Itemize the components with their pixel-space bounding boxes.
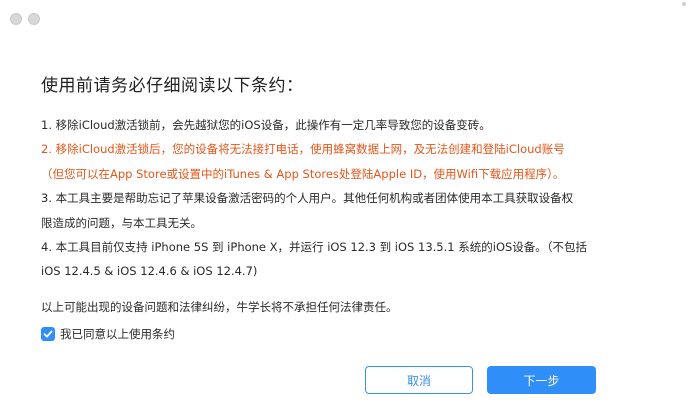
terms-list: 1. 移除iCloud激活锁前，会先越狱您的iOS设备，此操作有一定几率导致您的… — [41, 113, 671, 284]
liability-notice: 以上可能出现的设备问题和法律纠纷，牛学长将不承担任何法律责任。 — [41, 300, 398, 314]
term-line: 4. 本工具目前仅支持 iPhone 5S 到 iPhone X，并运行 iOS… — [41, 240, 588, 255]
next-button[interactable]: 下一步 — [487, 366, 596, 394]
agree-label: 我已同意以上使用条约 — [60, 327, 175, 341]
terms-dialog: 使用前请务必仔细阅读以下条约： 1. 移除iCloud激活锁前，会先越狱您的iO… — [0, 0, 692, 409]
agree-checkbox[interactable] — [41, 327, 55, 341]
minimize-window-button[interactable] — [28, 13, 40, 25]
corner-indicator — [682, 2, 686, 6]
term-line: iOS 12.4.5 & iOS 12.4.6 & iOS 12.4.7) — [41, 264, 258, 279]
term-line: 1. 移除iCloud激活锁前，会先越狱您的iOS设备，此操作有一定几率导致您的… — [41, 118, 491, 132]
term-line-warning: 2. 移除iCloud激活锁后，您的设备将无法接打电话，使用蜂窝数据上网，及无法… — [41, 142, 565, 157]
close-window-button[interactable] — [10, 13, 22, 25]
window-controls — [10, 13, 40, 25]
agree-checkbox-row[interactable]: 我已同意以上使用条约 — [41, 326, 175, 342]
term-line-warning: （但您可以在App Store或设置中的iTunes & App Stores处… — [41, 166, 565, 181]
checkmark-icon — [43, 330, 53, 338]
term-line: 限造成的问题，与本工具无关。 — [41, 215, 202, 230]
cancel-button[interactable]: 取消 — [365, 366, 473, 394]
page-title: 使用前请务必仔细阅读以下条约： — [41, 76, 304, 96]
term-line: 3. 本工具主要是帮助忘记了苹果设备激活密码的个人用户。其他任何机构或者团体使用… — [41, 191, 574, 206]
